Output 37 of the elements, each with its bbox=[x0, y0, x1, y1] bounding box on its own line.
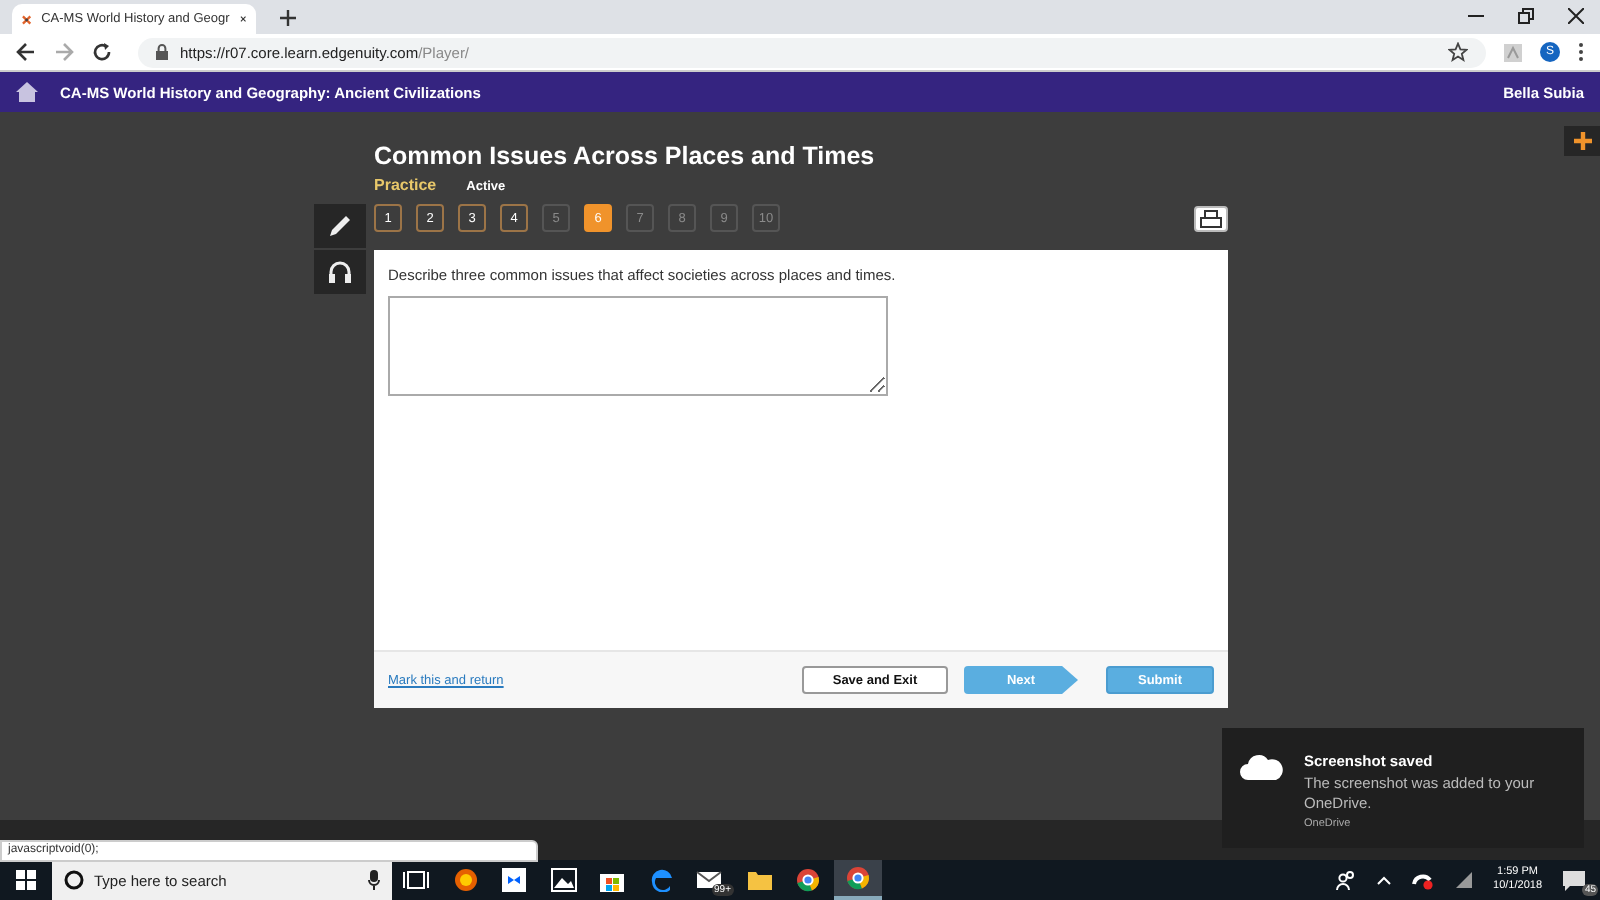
network-alert-icon[interactable] bbox=[1411, 870, 1434, 890]
activity-type: Practice bbox=[374, 176, 437, 194]
folder-icon[interactable] bbox=[745, 868, 774, 892]
chrome-icon[interactable] bbox=[794, 868, 823, 892]
firefox-icon[interactable] bbox=[451, 868, 480, 892]
close-icon[interactable] bbox=[1568, 8, 1584, 24]
pencil-icon bbox=[328, 214, 352, 238]
print-button[interactable] bbox=[1194, 205, 1228, 231]
people-icon[interactable] bbox=[1335, 870, 1356, 890]
menu-icon[interactable] bbox=[1578, 42, 1584, 62]
headphones-icon bbox=[328, 260, 352, 284]
circle-icon bbox=[64, 870, 84, 890]
home-icon[interactable] bbox=[16, 82, 38, 102]
activity-title: Common Issues Across Places and Times bbox=[374, 142, 877, 170]
back-icon[interactable] bbox=[16, 42, 36, 62]
pencil-button[interactable] bbox=[314, 204, 366, 248]
extension-icon[interactable] bbox=[1504, 43, 1522, 61]
add-button[interactable] bbox=[1564, 126, 1600, 156]
plus-icon bbox=[1573, 132, 1591, 150]
lock-icon bbox=[156, 44, 168, 60]
windows-icon[interactable] bbox=[16, 870, 36, 890]
close-icon[interactable] bbox=[239, 12, 246, 26]
store-icon[interactable] bbox=[598, 868, 627, 892]
photos-icon[interactable] bbox=[549, 868, 578, 892]
reload-icon[interactable] bbox=[92, 42, 112, 62]
star-icon[interactable] bbox=[1448, 42, 1468, 62]
headphones-button[interactable] bbox=[314, 250, 366, 294]
restore-icon[interactable] bbox=[1518, 8, 1534, 24]
microphone-icon bbox=[368, 870, 380, 890]
chevron-up-icon[interactable] bbox=[1375, 874, 1392, 886]
printer-icon bbox=[1200, 209, 1222, 227]
new-tab-icon[interactable] bbox=[280, 10, 296, 26]
cloud-icon bbox=[1240, 752, 1284, 780]
action-center-icon[interactable] bbox=[1562, 869, 1586, 891]
edge-icon[interactable] bbox=[647, 868, 676, 892]
task-view-icon[interactable] bbox=[402, 868, 431, 892]
chrome-icon[interactable] bbox=[843, 866, 872, 890]
